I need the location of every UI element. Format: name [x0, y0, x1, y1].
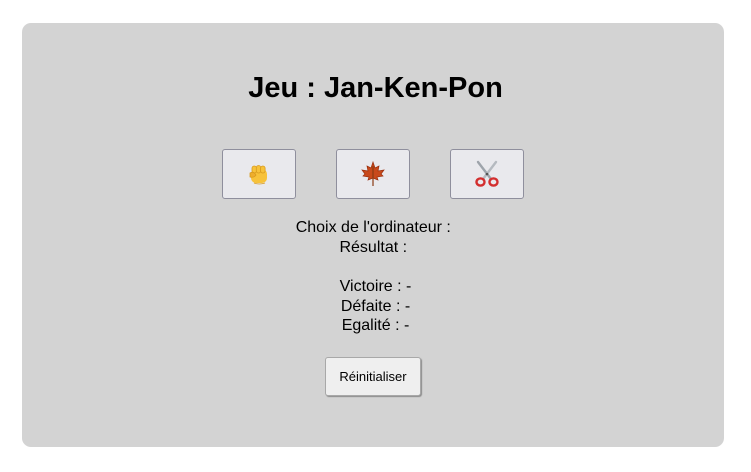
result-line: Résultat : [0, 238, 751, 258]
losses-value: - [404, 298, 411, 315]
page-title: Jeu : Jan-Ken-Pon [248, 72, 503, 104]
fist-icon [245, 160, 273, 188]
scissors-button[interactable] [450, 149, 524, 199]
losses-line: Défaite : - [0, 297, 751, 317]
wins-line: Victoire : - [0, 277, 751, 297]
wins-label: Victoire : [339, 278, 402, 295]
paper-button[interactable] [336, 149, 410, 199]
rock-button[interactable] [222, 149, 296, 199]
draws-value: - [403, 317, 410, 334]
wins-value: - [406, 278, 412, 295]
draws-label: Egalité : [341, 317, 400, 334]
maple-leaf-icon [359, 160, 387, 188]
result-label: Résultat : [339, 239, 408, 256]
reset-button[interactable]: Réinitialiser [325, 357, 421, 396]
computer-choice-label: Choix de l'ordinateur : [295, 219, 451, 236]
losses-label: Défaite : [340, 298, 401, 315]
scissors-icon [472, 159, 502, 189]
computer-choice-line: Choix de l'ordinateur : [0, 218, 751, 238]
draws-line: Egalité : - [0, 316, 751, 336]
